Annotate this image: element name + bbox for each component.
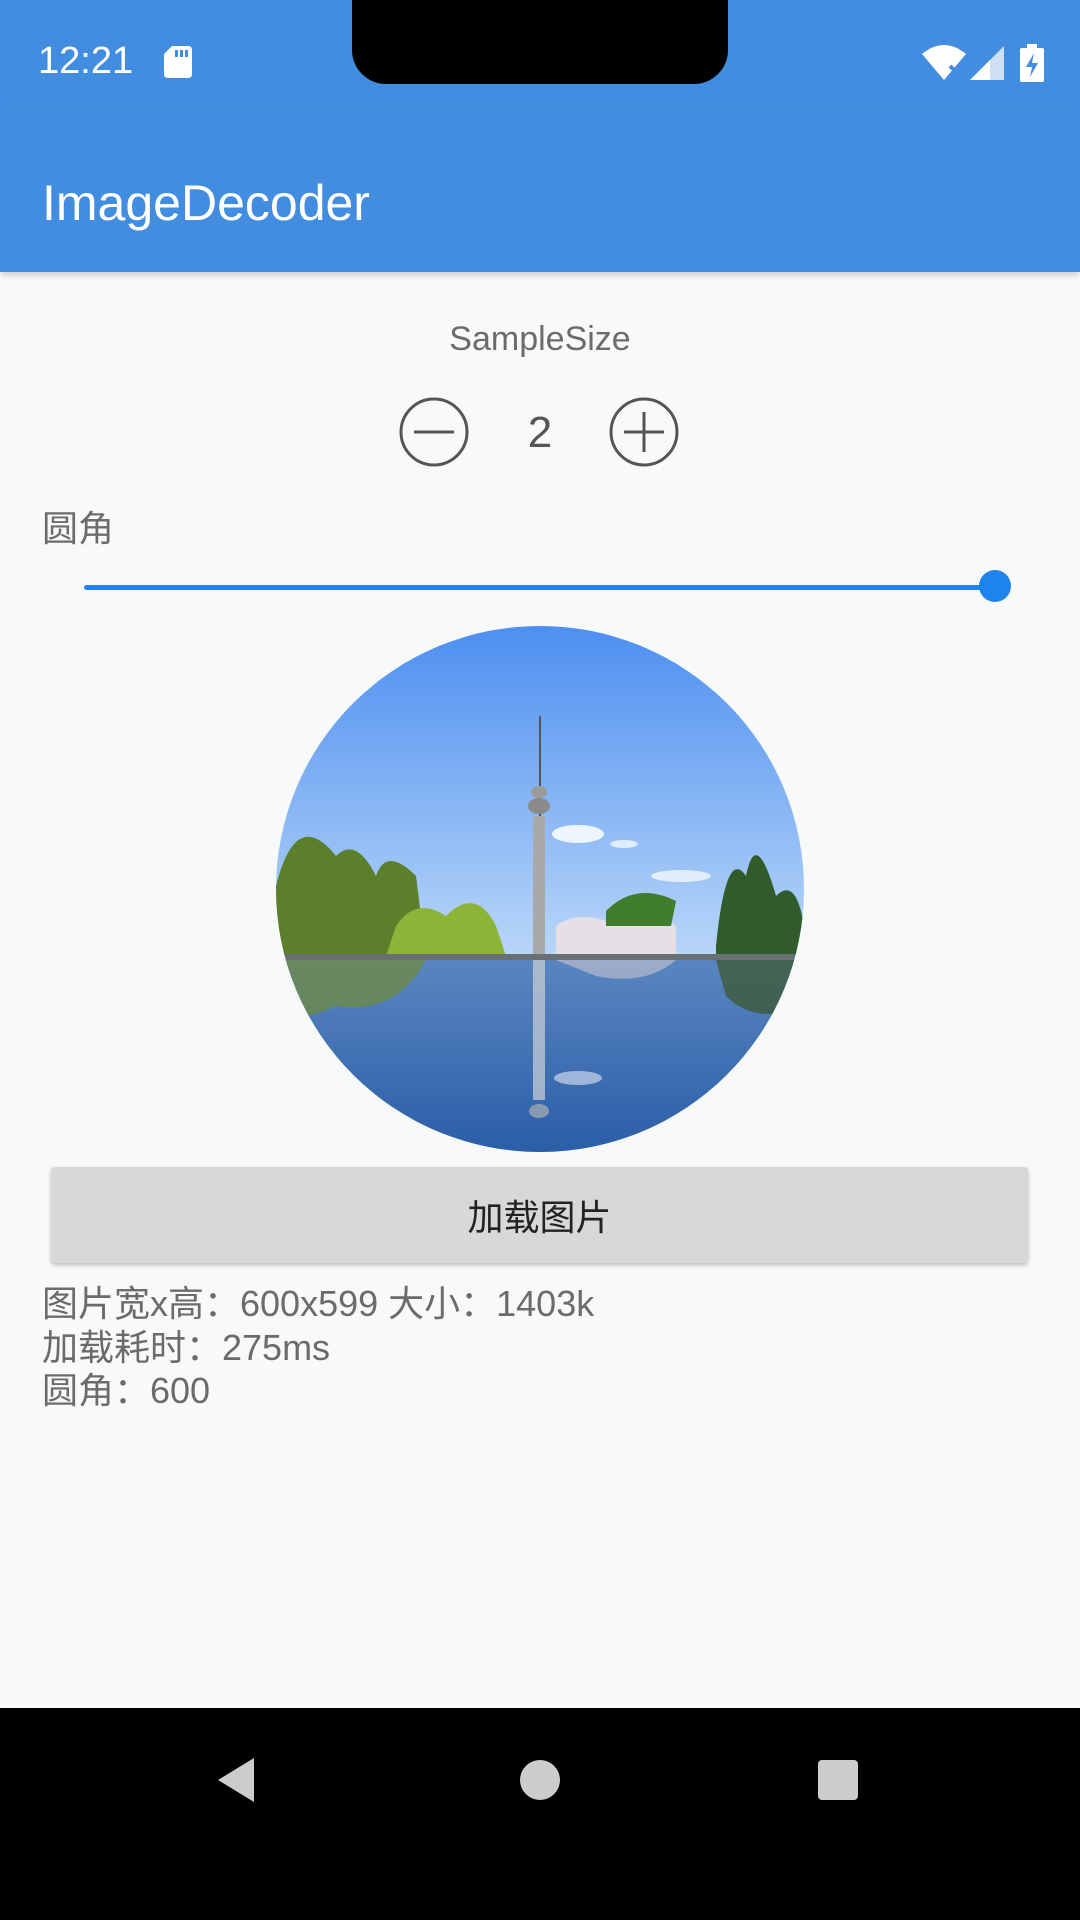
recents-icon[interactable]	[808, 1750, 868, 1810]
sd-card-icon	[164, 46, 192, 78]
app-bar: ImageDecoder	[0, 110, 1080, 272]
slider-track	[84, 585, 996, 590]
camera-notch	[352, 0, 728, 84]
navigation-bar	[0, 1708, 1080, 1920]
corner-radius-info: 圆角：600	[42, 1370, 211, 1411]
app-title: ImageDecoder	[42, 175, 370, 231]
wifi-icon	[922, 45, 966, 80]
sample-size-value: 2	[527, 408, 553, 457]
load-time-info: 加载耗时：275ms	[42, 1327, 331, 1368]
corner-radius-label: 圆角	[42, 508, 115, 549]
sample-size-label: SampleSize	[449, 320, 631, 358]
increase-sample-size-button[interactable]	[608, 396, 680, 468]
battery-charging-icon	[1020, 44, 1044, 82]
decrease-sample-size-button[interactable]	[398, 396, 470, 468]
image-size-info: 图片宽x高：600x599 大小：1403k	[42, 1283, 595, 1324]
slider-thumb[interactable]	[979, 570, 1011, 602]
back-icon[interactable]	[210, 1750, 270, 1810]
cell-signal-icon	[970, 46, 1004, 80]
corner-radius-slider[interactable]	[84, 568, 1011, 606]
decoded-image-preview	[276, 626, 804, 1152]
status-bar: 12:21	[0, 0, 1080, 110]
status-time: 12:21	[38, 40, 134, 82]
home-icon[interactable]	[510, 1750, 570, 1810]
load-image-button[interactable]: 加载图片	[51, 1167, 1028, 1263]
